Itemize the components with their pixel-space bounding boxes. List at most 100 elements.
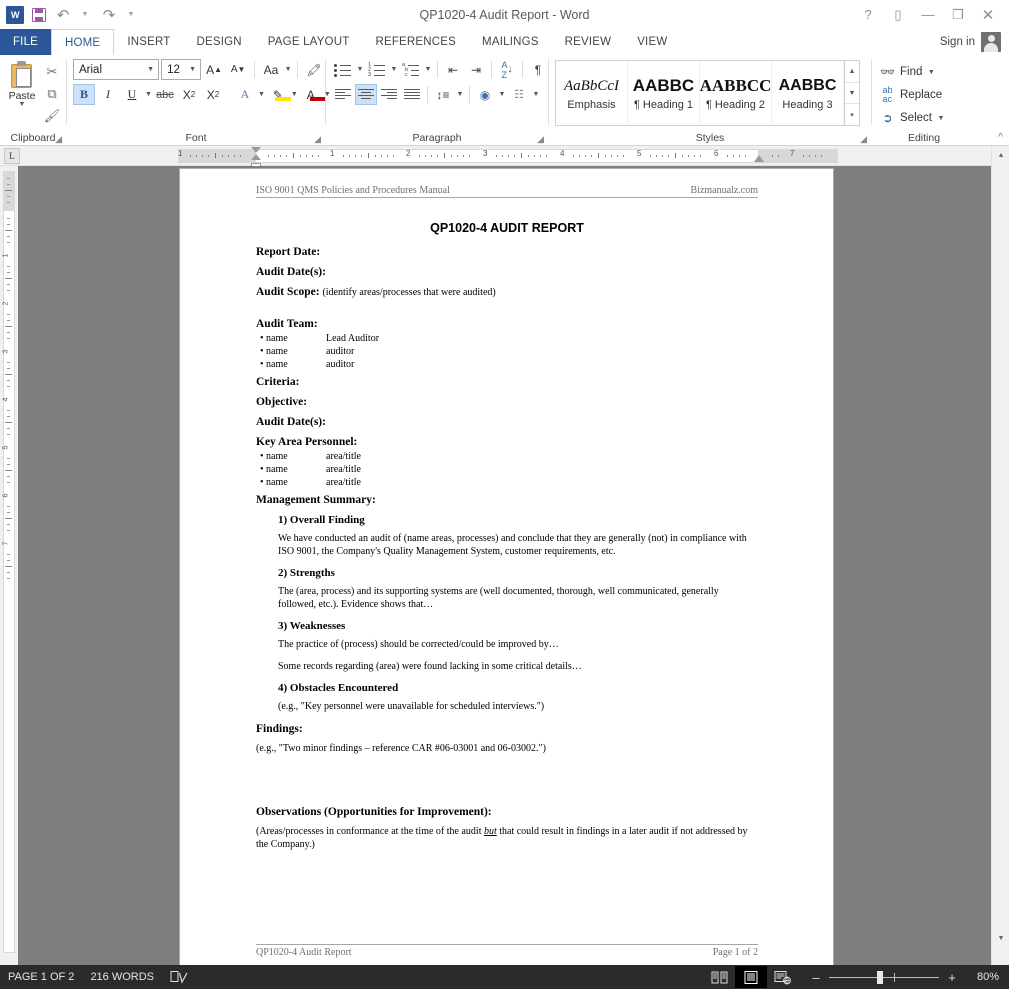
customize-qat-caret-icon[interactable]: ▼ bbox=[120, 4, 142, 26]
zoom-out-button[interactable]: – bbox=[809, 970, 823, 985]
split-window-handle[interactable] bbox=[992, 947, 1009, 965]
bullets-button[interactable] bbox=[332, 59, 354, 80]
styles-scroll-up-icon[interactable]: ▲ bbox=[845, 61, 859, 83]
tab-mailings[interactable]: MAILINGS bbox=[469, 29, 552, 55]
zoom-slider[interactable] bbox=[829, 970, 939, 984]
strikethrough-button[interactable]: abc bbox=[154, 84, 176, 105]
decrease-indent-button[interactable]: ⇤ bbox=[442, 59, 464, 80]
bold-button[interactable]: B bbox=[73, 84, 95, 105]
vertical-scrollbar[interactable]: ▲ ▼ bbox=[991, 146, 1009, 965]
sort-button[interactable]: A Z ↓ bbox=[496, 59, 518, 80]
document-page[interactable]: ISO 9001 QMS Policies and Procedures Man… bbox=[180, 169, 833, 965]
text-highlight-color-button[interactable]: ✎ bbox=[267, 84, 291, 105]
clear-formatting-icon[interactable]: 🖍 bbox=[303, 59, 325, 80]
show-formatting-marks-button[interactable]: ¶ bbox=[527, 59, 549, 80]
web-layout-button[interactable] bbox=[767, 966, 799, 988]
superscript-button[interactable]: X2 bbox=[202, 84, 224, 105]
underline-caret-icon[interactable]: ▼ bbox=[145, 91, 152, 98]
chevron-down-icon[interactable]: ▼ bbox=[185, 60, 200, 79]
text-effects-button[interactable]: A bbox=[234, 84, 256, 105]
select-caret-icon[interactable]: ▼ bbox=[936, 115, 946, 122]
find-caret-icon[interactable]: ▼ bbox=[926, 69, 936, 76]
zoom-slider-thumb[interactable] bbox=[877, 970, 883, 984]
increase-indent-button[interactable]: ⇥ bbox=[465, 59, 487, 80]
subscript-button[interactable]: X2 bbox=[178, 84, 200, 105]
tab-review[interactable]: REVIEW bbox=[552, 29, 625, 55]
justify-button[interactable] bbox=[401, 84, 423, 105]
styles-scroll-down-icon[interactable]: ▼ bbox=[845, 83, 859, 105]
styles-dialog-launcher[interactable]: ◢ bbox=[860, 134, 867, 145]
copy-icon[interactable]: ⧉ bbox=[41, 84, 63, 104]
right-indent-marker[interactable] bbox=[753, 155, 765, 165]
select-button[interactable]: ➲ Select ▼ bbox=[879, 107, 946, 129]
grow-font-button[interactable]: A ▲ bbox=[203, 59, 225, 80]
multilevel-list-button[interactable]: a b c bbox=[400, 59, 422, 80]
read-mode-button[interactable] bbox=[703, 966, 735, 988]
tab-stop-selector[interactable]: L bbox=[4, 148, 20, 164]
style-heading-2[interactable]: AABBCС ¶ Heading 2 bbox=[700, 61, 772, 125]
style-heading-3[interactable]: AABBC Heading 3 bbox=[772, 61, 844, 125]
italic-button[interactable]: I bbox=[97, 84, 119, 105]
sign-in-link[interactable]: Sign in bbox=[940, 36, 975, 48]
tab-home[interactable]: HOME bbox=[51, 29, 115, 55]
shading-caret-icon[interactable]: ▼ bbox=[497, 91, 507, 98]
ribbon-display-options-icon[interactable]: ▯ bbox=[883, 3, 913, 27]
tab-design[interactable]: DESIGN bbox=[183, 29, 254, 55]
clipboard-dialog-launcher[interactable]: ◢ bbox=[55, 134, 62, 145]
text-effects-caret-icon[interactable]: ▼ bbox=[258, 91, 265, 98]
word-count[interactable]: 216 WORDS bbox=[90, 971, 154, 983]
chevron-down-icon[interactable]: ▼ bbox=[143, 60, 158, 79]
horizontal-ruler[interactable]: L 1 1 2 3 4 5 6 7 bbox=[0, 146, 1009, 170]
undo-dropdown-caret-icon[interactable]: ▼ bbox=[74, 4, 96, 26]
document-body[interactable]: QP1020-4 AUDIT REPORT Report Date: Audit… bbox=[256, 221, 758, 860]
tab-file[interactable]: FILE bbox=[0, 29, 51, 55]
cut-icon[interactable]: ✂ bbox=[41, 62, 63, 82]
multilevel-caret-icon[interactable]: ▼ bbox=[423, 66, 433, 73]
word-app-icon[interactable]: W bbox=[4, 4, 26, 26]
shrink-font-button[interactable]: A ▼ bbox=[227, 59, 249, 80]
print-layout-button[interactable] bbox=[735, 966, 767, 988]
proofing-status-icon[interactable] bbox=[170, 970, 188, 984]
numbering-button[interactable]: 1 2 3 bbox=[366, 59, 388, 80]
borders-caret-icon[interactable]: ▼ bbox=[531, 91, 541, 98]
change-case-button[interactable]: Aa bbox=[260, 59, 282, 80]
help-icon[interactable]: ? bbox=[853, 3, 883, 27]
document-footer[interactable]: QP1020-4 Audit Report Page 1 of 2 bbox=[256, 944, 758, 958]
maximize-icon[interactable]: ❐ bbox=[943, 3, 973, 27]
style-emphasis[interactable]: AaBbCcI Emphasis bbox=[556, 61, 628, 125]
scroll-down-icon[interactable]: ▼ bbox=[992, 929, 1009, 947]
borders-button[interactable]: ☷ bbox=[508, 84, 530, 105]
align-left-button[interactable] bbox=[332, 84, 354, 105]
tab-references[interactable]: REFERENCES bbox=[362, 29, 469, 55]
align-center-button[interactable] bbox=[355, 84, 377, 105]
tab-insert[interactable]: INSERT bbox=[114, 29, 183, 55]
collapse-ribbon-icon[interactable]: ^ bbox=[998, 132, 1003, 143]
align-right-button[interactable] bbox=[378, 84, 400, 105]
minimize-icon[interactable]: — bbox=[913, 3, 943, 27]
scroll-up-icon[interactable]: ▲ bbox=[992, 146, 1009, 164]
line-spacing-button[interactable]: ↕≡ bbox=[432, 84, 454, 105]
paragraph-dialog-launcher[interactable]: ◢ bbox=[537, 134, 544, 145]
find-button[interactable]: 👓 Find ▼ bbox=[879, 61, 946, 83]
zoom-in-button[interactable]: + bbox=[945, 970, 959, 985]
tab-page-layout[interactable]: PAGE LAYOUT bbox=[255, 29, 363, 55]
vertical-ruler[interactable]: 1 2 3 4 5 6 7 bbox=[0, 166, 18, 965]
highlight-caret-icon[interactable]: ▼ bbox=[291, 91, 298, 98]
font-size-combo[interactable]: 12 ▼ bbox=[161, 59, 202, 80]
replace-button[interactable]: ab ac Replace bbox=[879, 84, 946, 106]
close-icon[interactable]: ✕ bbox=[973, 3, 1003, 27]
zoom-level-label[interactable]: 80% bbox=[965, 971, 999, 983]
styles-more-icon[interactable]: ▾ bbox=[845, 104, 859, 125]
line-spacing-caret-icon[interactable]: ▼ bbox=[455, 91, 465, 98]
bullets-caret-icon[interactable]: ▼ bbox=[355, 66, 365, 73]
tab-view[interactable]: VIEW bbox=[624, 29, 680, 55]
paste-dropdown-caret-icon[interactable]: ▼ bbox=[19, 101, 26, 108]
avatar[interactable] bbox=[981, 32, 1001, 52]
document-header[interactable]: ISO 9001 QMS Policies and Procedures Man… bbox=[256, 185, 758, 198]
page-indicator[interactable]: PAGE 1 OF 2 bbox=[8, 971, 74, 983]
font-name-combo[interactable]: Arial ▼ bbox=[73, 59, 160, 80]
shading-button[interactable]: ◉ bbox=[474, 84, 496, 105]
paste-button[interactable]: Paste ▼ bbox=[3, 59, 41, 126]
redo-icon[interactable]: ↷ bbox=[98, 4, 120, 26]
change-case-caret-icon[interactable]: ▼ bbox=[284, 66, 292, 73]
